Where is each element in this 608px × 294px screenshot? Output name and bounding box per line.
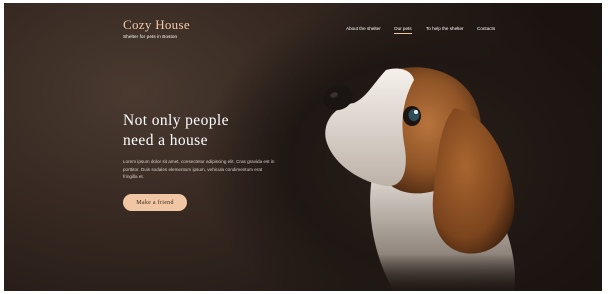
beagle-puppy-image xyxy=(323,67,515,291)
hero-title: Not only people need a house xyxy=(123,111,283,151)
nav-item-about[interactable]: About the shelter xyxy=(346,26,381,31)
nav-item-help[interactable]: To help the shelter xyxy=(426,26,464,31)
logo-title: Cozy House xyxy=(123,17,190,32)
hero-section: Cozy House Shelter for pets in Boston Ab… xyxy=(4,3,602,291)
hero-description: Lorem ipsum dolor sit amet, consectetur … xyxy=(123,159,275,180)
logo[interactable]: Cozy House Shelter for pets in Boston xyxy=(123,17,190,40)
logo-subtitle: Shelter for pets in Boston xyxy=(123,34,178,39)
nav-item-our-pets[interactable]: Our pets xyxy=(394,26,412,34)
hero-title-line2: need a house xyxy=(123,132,208,149)
nav-item-contacts[interactable]: Contacts xyxy=(477,26,495,31)
make-a-friend-button[interactable]: Make a friend xyxy=(123,194,187,211)
hero-title-line1: Not only people xyxy=(123,112,229,129)
